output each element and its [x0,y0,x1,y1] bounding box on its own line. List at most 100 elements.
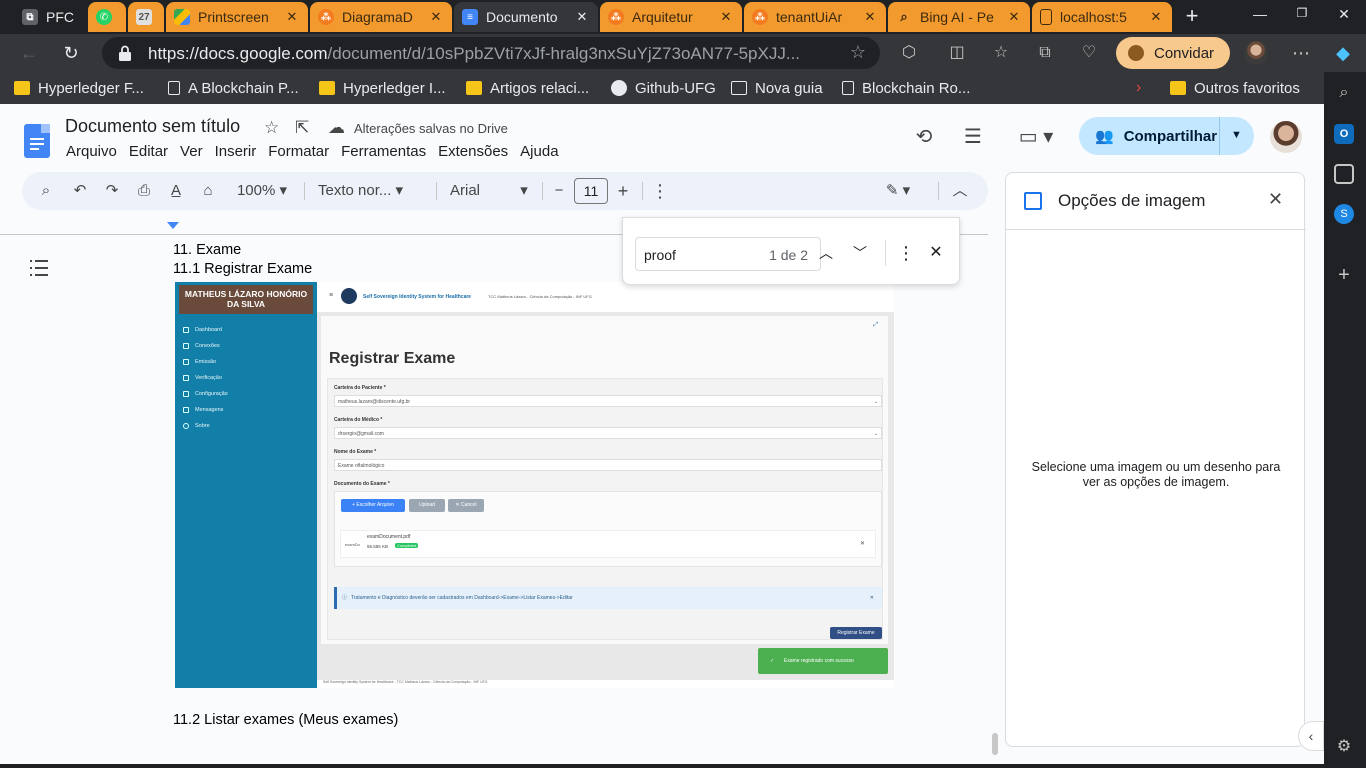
menu-extensoes[interactable]: Extensões [438,143,508,160]
hide-menus-chevron-up-icon[interactable]: ︿ [948,180,972,202]
bookmark[interactable]: Nova guia [731,78,823,98]
style-select[interactable]: Texto nor... ▾ [318,180,422,202]
menu-ver[interactable]: Ver [180,143,203,160]
close-icon[interactable]: ✕ [284,9,300,25]
menu-ajuda[interactable]: Ajuda [520,143,558,160]
find-input[interactable]: proof 1 de 2 [635,237,821,271]
heading-listar-exames[interactable]: 11.2 Listar exames (Meus exames) [173,712,398,728]
version-history-icon[interactable]: ⟲ [911,124,937,150]
add-icon[interactable]: + [1334,265,1354,286]
close-icon[interactable]: ✕ [1148,9,1164,25]
tab-documento[interactable]: ≡ Documento ✕ [454,2,598,32]
document-title[interactable]: Documento sem título [65,116,240,137]
font-select[interactable]: Arial ▾ [450,180,532,202]
search-icon[interactable]: ⌕ [1334,84,1354,104]
tab-whatsapp[interactable]: ✆ [88,2,126,32]
meet-camera-icon[interactable]: ▭ ▾ [1014,124,1058,150]
close-icon[interactable]: ✕ [718,9,734,25]
font-size-input[interactable]: 11 [574,178,608,204]
vertical-scrollbar[interactable] [992,733,998,755]
invite-button[interactable]: Convidar [1116,37,1230,69]
embedded-screenshot-image[interactable]: MATHEUS LÁZARO HONÓRIO DA SILVA Dashboar… [175,282,894,688]
bookmarks-overflow-chevron-icon[interactable]: › [1136,78,1141,98]
close-icon[interactable]: ✕ [1006,9,1022,25]
bookmark-folder[interactable]: Artigos relaci... [466,78,589,98]
menu-inserir[interactable]: Inserir [215,143,257,160]
account-avatar[interactable] [1270,121,1302,153]
heading-registrar-exame[interactable]: 11.1 Registrar Exame [173,261,312,277]
find-next-icon[interactable]: ﹀ [849,242,871,264]
reload-icon[interactable]: ↻ [58,40,84,66]
collapse-side-panel-chevron-icon[interactable]: ‹ [1298,721,1324,751]
redo-icon[interactable]: ↷ [102,180,122,202]
more-icon[interactable]: ⋯ [1290,42,1312,64]
spellcheck-icon[interactable]: A̲ [166,180,186,202]
more-tools-icon[interactable]: ⋮ [650,180,670,202]
settings-gear-icon[interactable]: ⚙ [1334,736,1354,756]
window-close-icon[interactable]: ✕ [1332,6,1356,23]
editing-mode-pencil-icon[interactable]: ✎ ▾ [878,180,918,202]
tab-calendar[interactable]: 27 [128,2,164,32]
find-close-icon[interactable]: ✕ [925,242,947,264]
collections-icon[interactable]: ⧉ [1034,42,1056,64]
share-button[interactable]: 👥 Compartilhar ▼ [1079,117,1254,155]
bookmark[interactable]: Blockchain Ro... [842,78,970,98]
heading-exame[interactable]: 11. Exame [173,242,241,258]
find-options-icon[interactable]: ⋮ [895,242,917,264]
tab-bing[interactable]: ⌕ Bing AI - Pe ✕ [888,2,1030,32]
url-text[interactable]: https://docs.google.com/document/d/10sPp… [148,44,843,64]
tab-arquitetura[interactable]: ⁂ Arquitetur ✕ [600,2,742,32]
comments-icon[interactable]: ☰ [960,124,986,150]
close-panel-icon[interactable]: ✕ [1268,189,1283,210]
skype-icon[interactable]: S [1334,204,1354,224]
print-icon[interactable]: ⎙ [134,180,154,202]
star-icon[interactable]: ☆ [264,118,279,138]
increase-font-size-icon[interactable]: + [614,180,632,202]
other-favorites-folder[interactable]: Outros favoritos [1170,78,1300,98]
tab-printscreen[interactable]: Printscreen ✕ [166,2,308,32]
menu-ferramentas[interactable]: Ferramentas [341,143,426,160]
close-icon[interactable]: ✕ [574,9,590,25]
close-icon[interactable]: ✕ [428,9,444,25]
favorites-icon[interactable]: ☆ [990,42,1012,64]
share-dropdown-icon[interactable]: ▼ [1231,129,1242,141]
menu-formatar[interactable]: Formatar [268,143,329,160]
split-screen-icon[interactable]: ◫ [946,42,968,64]
minimize-icon[interactable]: — [1248,6,1272,22]
back-icon[interactable]: ← [16,40,42,66]
menu-editar[interactable]: Editar [129,143,168,160]
bookmark-star-icon[interactable]: ☆ [850,42,866,63]
bookmark[interactable]: A Blockchain P... [168,78,299,98]
search-menus-icon[interactable]: ⌕ [36,180,56,202]
outlook-icon[interactable]: O [1334,124,1354,144]
tab-tenantui[interactable]: ⁂ tenantUiAr ✕ [744,2,886,32]
indent-marker[interactable] [167,222,179,229]
new-tab-button[interactable]: + [1179,4,1205,30]
close-icon[interactable]: ✕ [862,9,878,25]
undo-icon[interactable]: ↶ [70,180,90,202]
performance-icon[interactable]: ♡ [1078,42,1100,64]
bookmark-folder[interactable]: Hyperledger I... [319,78,446,98]
docs-logo-icon[interactable] [24,124,50,158]
tab-label: localhost:5 [1060,9,1127,25]
move-folder-icon[interactable]: ⇱ [295,118,309,138]
document-outline-icon[interactable] [30,260,48,276]
copilot-icon[interactable]: ◆ [1332,42,1354,64]
bookmark-folder[interactable]: Hyperledger F... [14,78,144,98]
restore-icon[interactable]: ❐ [1290,6,1314,20]
folder-icon [466,81,482,95]
find-previous-icon[interactable]: ︿ [815,242,837,264]
docs-icon: ≡ [462,9,478,25]
menu-arquivo[interactable]: Arquivo [66,143,117,160]
omnibox[interactable]: https://docs.google.com/document/d/10sPp… [102,37,880,69]
tab-diagrama[interactable]: ⁂ DiagramaD ✕ [310,2,452,32]
tab-pfc[interactable]: ⧉ PFC [14,2,86,32]
decrease-font-size-icon[interactable]: − [550,180,568,202]
profile-avatar[interactable] [1244,41,1268,65]
zoom-select[interactable]: 100% ▾ [230,180,294,202]
bookmark[interactable]: Github-UFG [611,78,716,98]
tab-localhost[interactable]: localhost:5 ✕ [1032,2,1172,32]
paint-format-icon[interactable]: ⌂ [198,180,218,202]
office-icon[interactable] [1334,164,1354,184]
extensions-icon[interactable]: ⬡ [898,42,920,64]
